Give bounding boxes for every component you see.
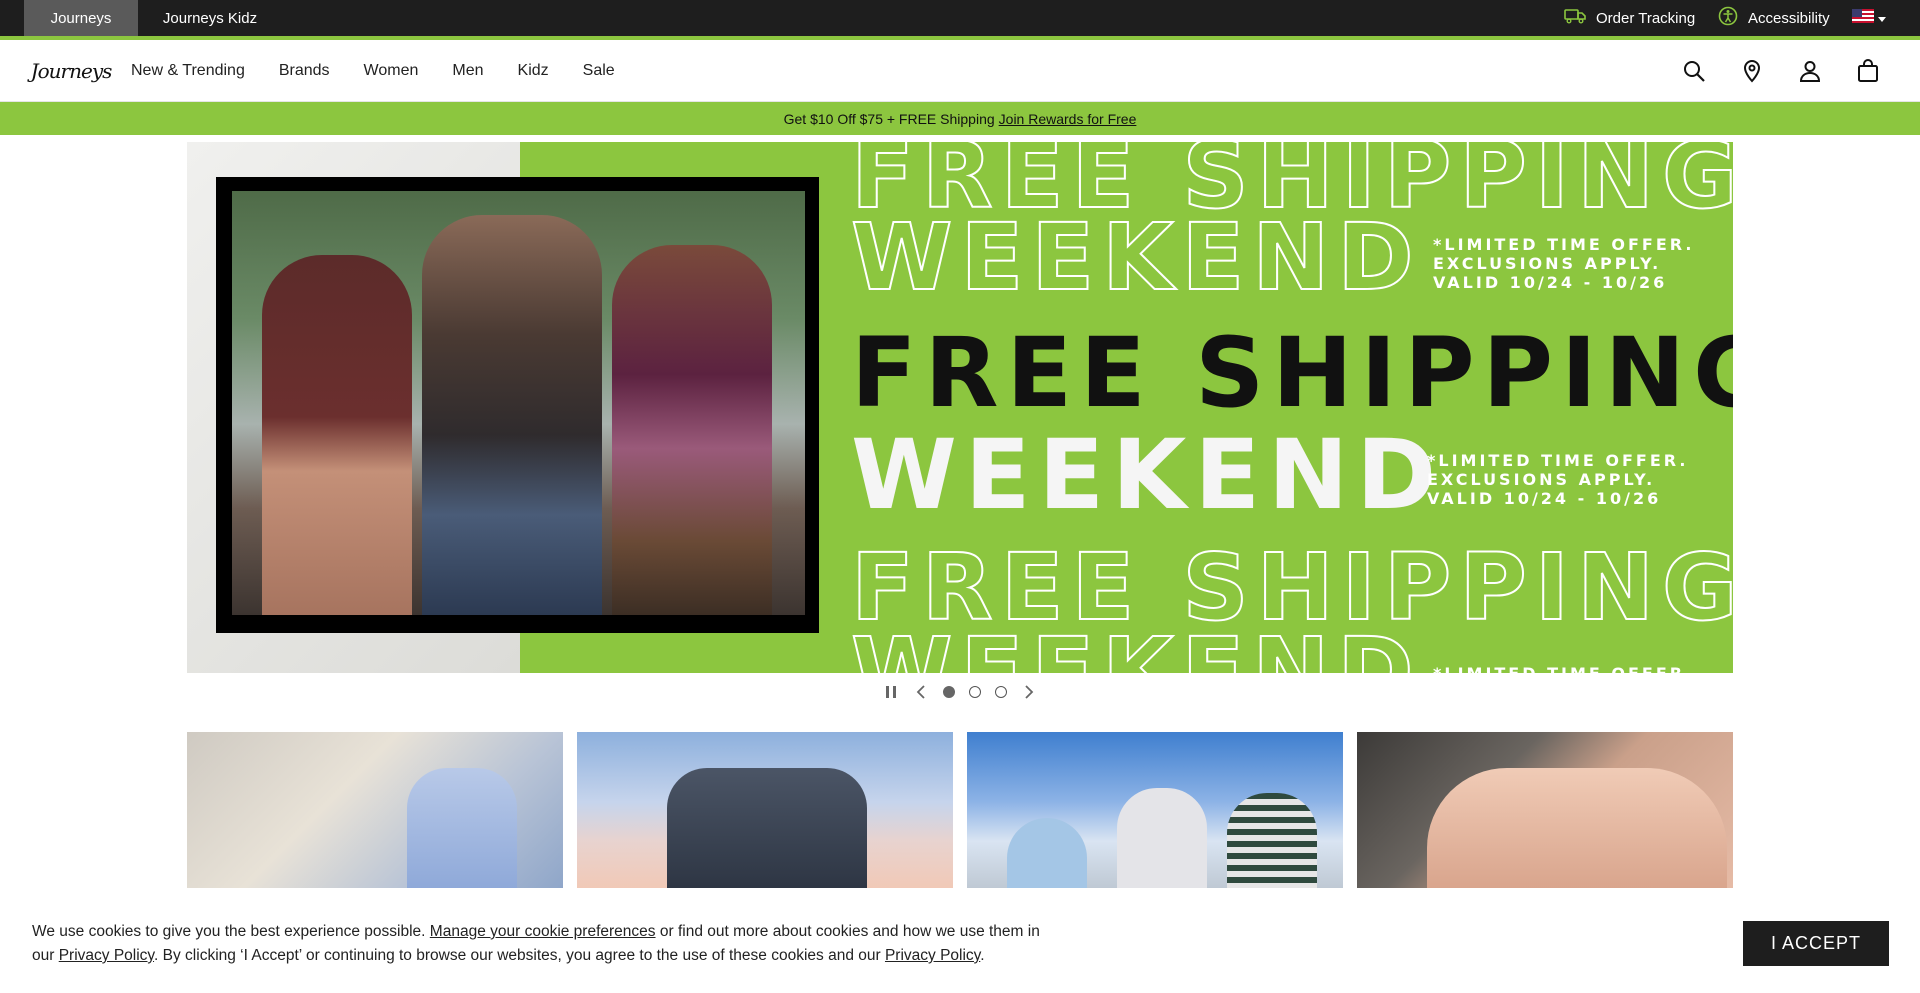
cookie-text: . By clicking ‘I Accept’ or continuing t…: [154, 947, 881, 964]
nav-links: New & Trending Brands Women Men Kidz Sal…: [131, 40, 615, 102]
hero-fine-print: *LIMITED TIME OFFER. EXCLUSIONS APPLY. V…: [1433, 235, 1695, 292]
us-flag-icon: [1852, 9, 1874, 27]
chevron-right-icon[interactable]: [1021, 684, 1037, 700]
tile-photo-figure: [667, 768, 867, 888]
accessibility-link[interactable]: Accessibility: [1718, 0, 1830, 36]
carousel-dot[interactable]: [943, 686, 955, 698]
model-figure: [422, 215, 602, 615]
truck-icon: [1564, 8, 1586, 28]
journeys-logo[interactable]: Journeys: [31, 52, 113, 90]
tile-photo-figure: [1227, 793, 1317, 888]
privacy-policy-link[interactable]: Privacy Policy: [59, 947, 154, 964]
carousel-dot[interactable]: [995, 686, 1007, 698]
main-navigation: Journeys New & Trending Brands Women Men…: [0, 40, 1920, 102]
hero-headline-weekend: WEEKEND: [851, 419, 1445, 531]
pause-icon[interactable]: [883, 684, 899, 700]
hero-fine-print-partial: *LIMITED TIME OFFER.: [1433, 664, 1694, 673]
tile-photo-figure: [1117, 788, 1207, 888]
bag-icon[interactable]: [1856, 59, 1880, 83]
category-tile[interactable]: [187, 732, 563, 888]
cookie-message: We use cookies to give you the best expe…: [32, 920, 1052, 968]
hero-headline-free-shipping: FREE SHIPPING: [851, 317, 1733, 429]
category-tiles: [187, 732, 1733, 888]
nav-men[interactable]: Men: [452, 62, 483, 80]
model-figure: [262, 255, 412, 615]
nav-women[interactable]: Women: [364, 62, 419, 80]
hero-text: FREE SHIPPING WEEKEND *LIMITED TIME OFFE…: [850, 142, 1733, 674]
hero-banner[interactable]: FREE SHIPPING WEEKEND *LIMITED TIME OFFE…: [187, 142, 1733, 673]
search-icon[interactable]: [1682, 59, 1706, 83]
carousel-controls: [0, 680, 1920, 704]
nav-sale[interactable]: Sale: [583, 62, 615, 80]
hero-outline-weekend: WEEKEND: [850, 618, 1422, 674]
chevron-left-icon[interactable]: [913, 684, 929, 700]
nav-brands[interactable]: Brands: [279, 62, 330, 80]
chevron-down-icon: [1878, 10, 1886, 27]
order-tracking-label: Order Tracking: [1596, 9, 1696, 27]
join-rewards-link[interactable]: Join Rewards for Free: [999, 111, 1137, 127]
account-icon[interactable]: [1798, 59, 1822, 83]
hero-photo: [232, 191, 805, 615]
hero-outline-weekend: WEEKEND: [850, 204, 1422, 311]
country-selector[interactable]: [1852, 0, 1886, 36]
category-tile[interactable]: [1357, 732, 1733, 888]
nav-new-trending[interactable]: New & Trending: [131, 62, 245, 80]
tile-photo-figure: [407, 768, 517, 888]
privacy-policy-link[interactable]: Privacy Policy: [885, 947, 980, 964]
model-figure: [612, 245, 772, 615]
category-tile[interactable]: [577, 732, 953, 888]
site-tab-journeys-kidz[interactable]: Journeys Kidz: [150, 0, 270, 36]
tile-photo-shoe: [1427, 768, 1727, 888]
nav-icons: [1682, 40, 1880, 102]
accessibility-icon: [1718, 6, 1738, 30]
cookie-text: We use cookies to give you the best expe…: [32, 923, 426, 940]
accept-cookies-button[interactable]: I ACCEPT: [1743, 921, 1889, 966]
category-tile[interactable]: [967, 732, 1343, 888]
manage-cookie-preferences-link[interactable]: Manage your cookie preferences: [430, 923, 656, 940]
utility-bar: Journeys Journeys Kidz Order Tracking Ac…: [0, 0, 1920, 36]
cookie-text: .: [980, 947, 985, 964]
site-tab-journeys[interactable]: Journeys: [24, 0, 138, 36]
order-tracking-link[interactable]: Order Tracking: [1564, 0, 1695, 36]
nav-kidz[interactable]: Kidz: [518, 62, 549, 80]
carousel-dot[interactable]: [969, 686, 981, 698]
location-pin-icon[interactable]: [1740, 59, 1764, 83]
tile-photo-figure: [1007, 818, 1087, 888]
promo-bar: Get $10 Off $75 + FREE Shipping Join Rew…: [0, 102, 1920, 135]
cookie-banner: We use cookies to give you the best expe…: [0, 900, 1920, 993]
promo-text: Get $10 Off $75 + FREE Shipping: [783, 110, 995, 127]
accessibility-label: Accessibility: [1748, 9, 1830, 27]
hero-fine-print: *LIMITED TIME OFFER. EXCLUSIONS APPLY. V…: [1427, 451, 1689, 508]
